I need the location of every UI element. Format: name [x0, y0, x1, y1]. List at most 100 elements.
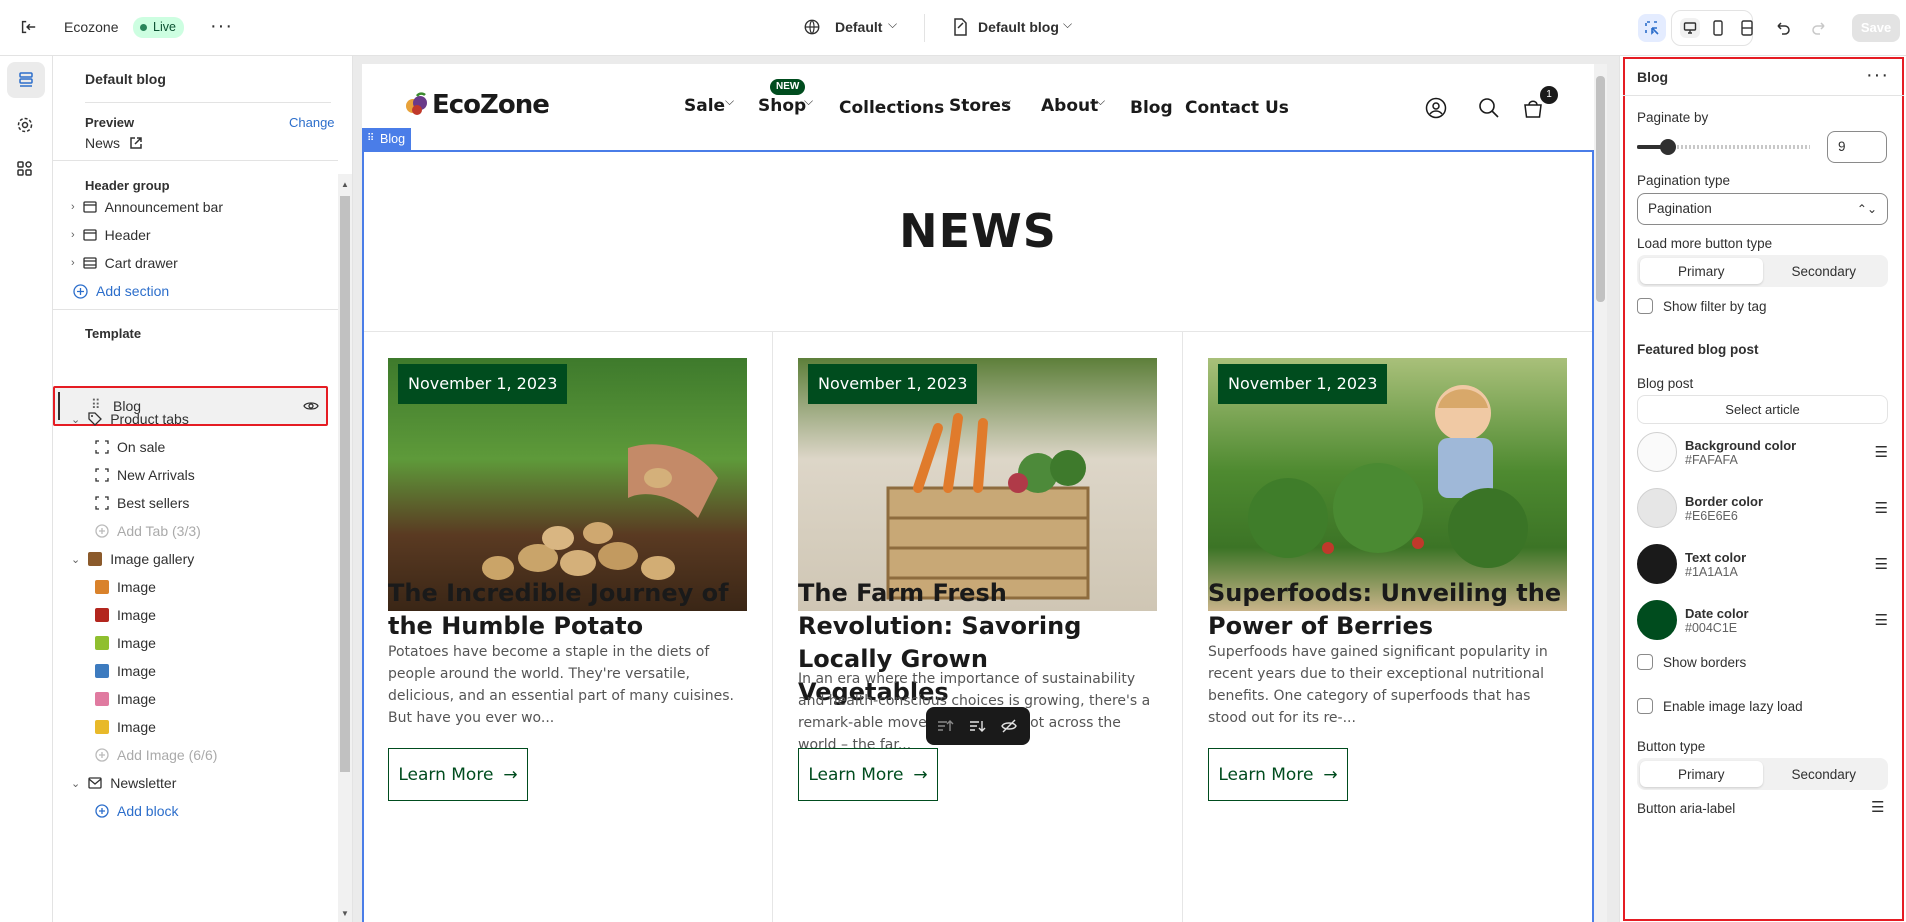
scrollbar-thumb[interactable]	[340, 196, 350, 772]
scrollbar-thumb[interactable]	[1596, 76, 1605, 302]
block-image[interactable]: Image	[53, 629, 338, 657]
save-button[interactable]: Save	[1852, 14, 1900, 42]
exit-icon[interactable]	[18, 17, 38, 37]
border-color-setting[interactable]: Border color #E6E6E6 ☰	[1637, 486, 1888, 530]
database-icon[interactable]: ☰	[1875, 443, 1888, 461]
learn-more-button[interactable]: Learn More →	[388, 748, 528, 801]
section-tag[interactable]: ⠿ Blog	[362, 128, 412, 150]
database-icon[interactable]: ☰	[1875, 555, 1888, 573]
theme-selector[interactable]: Default	[835, 19, 882, 35]
add-section-button[interactable]: Add section	[53, 277, 338, 305]
preview-scrollbar[interactable]	[1594, 64, 1607, 922]
scrollbar[interactable]: ▲ ▼	[338, 174, 352, 922]
block-image[interactable]: Image	[53, 657, 338, 685]
post-title[interactable]: Superfoods: Unveiling the Power of Berri…	[1208, 577, 1567, 643]
show-borders-checkbox[interactable]: Show borders	[1637, 654, 1746, 670]
inspector-button[interactable]	[1638, 14, 1666, 42]
checkbox-box[interactable]	[1637, 654, 1653, 670]
database-icon[interactable]: ☰	[1875, 611, 1888, 629]
image-thumb-icon	[95, 608, 109, 622]
ecozone-logo-icon[interactable]	[404, 92, 430, 118]
color-swatch[interactable]	[1637, 488, 1677, 528]
segment-primary[interactable]: Primary	[1640, 258, 1763, 284]
more-icon[interactable]: ···	[1866, 64, 1889, 87]
apps-icon[interactable]	[16, 160, 34, 178]
nav-contact[interactable]: Contact Us	[1185, 98, 1289, 118]
fullscreen-icon[interactable]	[1737, 18, 1757, 38]
section-image-gallery[interactable]: ⌄ Image gallery	[53, 545, 338, 573]
block-best-sellers[interactable]: Best sellers	[53, 489, 338, 517]
nav-shop[interactable]: Shop	[758, 96, 806, 116]
add-tab-button[interactable]: Add Tab (3/3)	[53, 517, 338, 545]
slider-thumb[interactable]	[1660, 139, 1676, 155]
more-icon[interactable]: ···	[210, 15, 233, 38]
paginate-input[interactable]: 9	[1827, 131, 1887, 163]
select-article-button[interactable]: Select article	[1637, 395, 1888, 424]
section-announcement-bar[interactable]: › Announcement bar	[53, 193, 338, 221]
nav-blog[interactable]: Blog	[1130, 98, 1173, 118]
segment-secondary[interactable]: Secondary	[1763, 761, 1886, 787]
site-logo[interactable]: EcoZone	[432, 90, 550, 120]
section-cart-drawer[interactable]: › Cart drawer	[53, 249, 338, 277]
sections-icon[interactable]	[7, 62, 45, 98]
arrow-right-icon: →	[503, 764, 518, 785]
redo-icon[interactable]	[1810, 18, 1828, 36]
paginate-slider[interactable]	[1637, 139, 1810, 155]
add-image-button[interactable]: Add Image (6/6)	[53, 741, 338, 769]
segment-primary[interactable]: Primary	[1640, 761, 1763, 787]
gear-icon[interactable]	[16, 116, 34, 134]
block-image[interactable]: Image	[53, 601, 338, 629]
move-up-icon[interactable]	[936, 717, 954, 735]
segment-secondary[interactable]: Secondary	[1763, 258, 1886, 284]
background-color-setting[interactable]: Background color #FAFAFA ☰	[1637, 430, 1888, 474]
block-new-arrivals[interactable]: New Arrivals	[53, 461, 338, 489]
block-on-sale[interactable]: On sale	[53, 433, 338, 461]
scroll-down-icon[interactable]: ▼	[341, 909, 349, 918]
block-image[interactable]: Image	[53, 685, 338, 713]
add-block-button[interactable]: Add block	[53, 797, 338, 825]
nav-sale[interactable]: Sale	[684, 96, 725, 116]
post-title[interactable]: The Incredible Journey of the Humble Pot…	[388, 577, 747, 643]
section-icon	[83, 200, 97, 214]
color-swatch[interactable]	[1637, 544, 1677, 584]
nav-about[interactable]: About	[1041, 96, 1098, 116]
scroll-up-icon[interactable]: ▲	[341, 180, 349, 189]
search-icon[interactable]	[1478, 97, 1500, 119]
undo-icon[interactable]	[1774, 18, 1792, 36]
date-color-setting[interactable]: Date color #004C1E ☰	[1637, 598, 1888, 642]
lazy-load-checkbox[interactable]: Enable image lazy load	[1637, 698, 1803, 714]
color-swatch[interactable]	[1637, 432, 1677, 472]
learn-more-button[interactable]: Learn More →	[1208, 748, 1348, 801]
block-image[interactable]: Image	[53, 713, 338, 741]
section-header[interactable]: › Header	[53, 221, 338, 249]
aria-label-label: Button aria-label	[1637, 801, 1736, 816]
change-link[interactable]: Change	[289, 115, 335, 130]
cart-icon[interactable]	[1522, 97, 1544, 119]
image-thumb-icon	[95, 636, 109, 650]
mobile-icon[interactable]	[1708, 18, 1728, 38]
store-name[interactable]: Ecozone	[64, 19, 118, 35]
section-newsletter[interactable]: ⌄ Newsletter	[53, 769, 338, 797]
block-image[interactable]: Image	[53, 573, 338, 601]
desktop-icon[interactable]	[1680, 18, 1700, 38]
database-icon[interactable]: ☰	[1875, 499, 1888, 517]
hide-icon[interactable]	[1000, 717, 1018, 735]
text-color-setting[interactable]: Text color #1A1A1A ☰	[1637, 542, 1888, 586]
image-thumb-icon	[95, 720, 109, 734]
section-product-tabs[interactable]: ⌄ Product tabs	[53, 405, 338, 433]
chevron-down-icon: ⌄	[71, 413, 81, 426]
chevron-right-icon: ›	[71, 229, 75, 241]
checkbox-label: Show borders	[1663, 654, 1747, 670]
database-icon[interactable]: ☰	[1871, 798, 1884, 816]
account-icon[interactable]	[1425, 97, 1447, 119]
nav-collections[interactable]: Collections	[839, 98, 944, 118]
template-selector[interactable]: Default blog	[978, 19, 1059, 35]
learn-more-button[interactable]: Learn More →	[798, 748, 938, 801]
move-down-icon[interactable]	[968, 717, 986, 735]
external-link-icon[interactable]	[129, 136, 143, 150]
show-filter-checkbox[interactable]: Show filter by tag	[1637, 298, 1767, 314]
checkbox-box[interactable]	[1637, 298, 1653, 314]
pagination-type-select[interactable]: Pagination ⌃⌄	[1637, 193, 1888, 225]
checkbox-box[interactable]	[1637, 698, 1653, 714]
color-swatch[interactable]	[1637, 600, 1677, 640]
